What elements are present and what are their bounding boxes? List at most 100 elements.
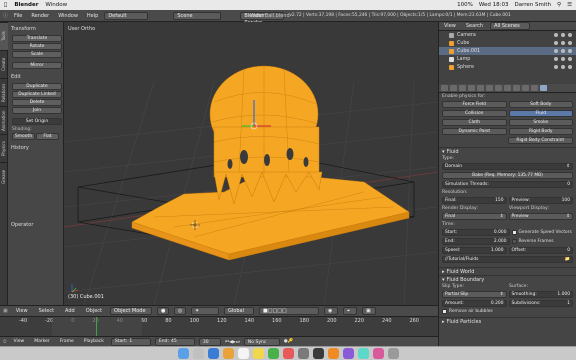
mirror-button[interactable]: Mirror	[12, 62, 62, 69]
smoothing-field[interactable]: Smoothing: 1.000	[508, 291, 573, 298]
fluid-boundary-panel-header[interactable]: ▾ Fluid Boundary	[439, 275, 576, 283]
pivot-point-icon[interactable]: ◎	[174, 307, 187, 315]
reverse-frames-checkbox[interactable]: Reverse Frames	[511, 238, 574, 245]
folder-icon[interactable]: 📁	[565, 257, 570, 262]
fluid-button[interactable]: Fluid	[508, 110, 573, 117]
fluid-panel-header[interactable]: ▾ Fluid	[439, 147, 576, 155]
mode-selector[interactable]: Object Mode	[110, 307, 153, 315]
smoke-button[interactable]: Smoke	[508, 119, 573, 126]
tab-tools[interactable]: Tools	[0, 22, 8, 50]
time-start-field[interactable]: Start: 0.000	[442, 229, 510, 236]
menubar-app-name[interactable]: Blender	[14, 2, 38, 8]
speed-field[interactable]: Speed: 1.000	[442, 247, 507, 254]
outliner-item-cube-001[interactable]: Cube.001	[439, 47, 576, 55]
visibility-icons[interactable]	[554, 57, 572, 61]
operator-panel-header[interactable]: Operator	[10, 220, 34, 230]
app-icon[interactable]	[372, 348, 384, 359]
history-panel-header[interactable]: History	[10, 143, 61, 153]
3d-view-editor-icon[interactable]: ▣	[3, 308, 8, 314]
safari-icon[interactable]	[207, 348, 219, 359]
menubar-window[interactable]: Window	[45, 2, 67, 8]
start-frame-field[interactable]: Start: 1	[110, 337, 151, 346]
render-display-selector[interactable]: Final ⇕	[442, 213, 507, 220]
system-prefs-icon[interactable]	[297, 348, 309, 359]
current-frame-marker[interactable]	[96, 317, 97, 337]
tab-animation[interactable]: Animation	[0, 106, 8, 134]
outliner-view-menu[interactable]: View	[441, 23, 459, 29]
dynamic-paint-button[interactable]: Dynamic Paint	[442, 128, 507, 135]
visibility-icons[interactable]	[554, 65, 572, 69]
visibility-icons[interactable]	[554, 49, 572, 53]
menu-frame[interactable]: Frame	[57, 339, 77, 344]
visibility-icons[interactable]	[554, 33, 572, 37]
material-tab-icon[interactable]	[513, 85, 520, 91]
fluid-particles-panel-header[interactable]: ▸ Fluid Particles	[439, 317, 576, 325]
modifiers-tab-icon[interactable]	[495, 85, 502, 91]
apple-icon[interactable]: 	[4, 2, 7, 8]
particles-tab-icon[interactable]	[531, 85, 538, 91]
timeline-editor-icon[interactable]: ⏱	[3, 339, 7, 345]
messages-icon[interactable]	[267, 348, 279, 359]
amount-field[interactable]: Amount: 0.200	[442, 300, 507, 307]
menu-list-icon[interactable]: ☰	[567, 2, 572, 8]
rigid-body-constraint-button[interactable]: Rigid Body Constraint	[507, 137, 573, 144]
finder-icon[interactable]	[177, 348, 189, 359]
tab-physics[interactable]: Physics	[0, 134, 8, 162]
cloth-button[interactable]: Cloth	[442, 119, 507, 126]
sync-selector[interactable]: No Sync	[243, 337, 280, 346]
bake-button[interactable]: Bake (Req. Memory: 135.77 MB)	[442, 172, 573, 179]
slip-type-selector[interactable]: Partial Slip ⇕	[442, 291, 507, 298]
force-field-button[interactable]: Force Field	[442, 101, 507, 108]
tab-create[interactable]: Create	[0, 50, 8, 78]
trash-icon[interactable]	[387, 348, 399, 359]
smooth-button[interactable]: Smooth	[12, 133, 35, 140]
edit-panel-header[interactable]: Edit	[10, 72, 61, 82]
outliner-item-lamp[interactable]: Lamp	[439, 55, 576, 63]
outliner-item-sphere[interactable]: Sphere	[439, 63, 576, 71]
3d-viewport[interactable]: User Ortho (30) Cube.001	[64, 22, 438, 305]
menu-help[interactable]: Help	[84, 13, 101, 19]
menu-window[interactable]: Window	[55, 13, 81, 19]
remove-air-bubbles-checkbox[interactable]: Remove air bubbles	[442, 309, 573, 314]
calendar-icon[interactable]	[237, 348, 249, 359]
manipulator-icons[interactable]: ✦	[191, 307, 220, 315]
menu-playback[interactable]: Playback	[81, 339, 107, 344]
simulation-threads-field[interactable]: Simulation Threads: 0	[442, 181, 573, 188]
tab-grease-pencil[interactable]: Grease Pencil	[0, 162, 14, 190]
keying-icons[interactable]: ●🔑	[284, 339, 294, 344]
tab-relations[interactable]: Relations	[0, 78, 8, 106]
blender-dock-icon[interactable]	[327, 348, 339, 359]
delete-button[interactable]: Delete	[12, 99, 62, 106]
app-icon[interactable]	[342, 348, 354, 359]
world-tab-icon[interactable]	[468, 85, 475, 91]
app-icon[interactable]	[357, 348, 369, 359]
music-icon[interactable]	[282, 348, 294, 359]
fluid-world-panel-header[interactable]: ▸ Fluid World	[439, 267, 576, 275]
offset-field[interactable]: Offset: 0	[508, 247, 573, 254]
render-tab-icon[interactable]	[441, 85, 448, 91]
viewport-display-selector[interactable]: Preview ⇕	[508, 213, 573, 220]
rotate-button[interactable]: Rotate	[12, 43, 62, 50]
final-resolution-field[interactable]: Final: 150	[442, 197, 507, 204]
outliner-display-selector[interactable]: All Scenes	[490, 22, 531, 30]
proportional-edit-icon[interactable]: ◉	[324, 307, 339, 315]
render-preview-icon[interactable]: ▣	[362, 307, 377, 315]
texture-tab-icon[interactable]	[522, 85, 529, 91]
scale-button[interactable]: Scale	[12, 51, 62, 58]
preview-resolution-field[interactable]: Preview: 100	[508, 197, 573, 204]
launchpad-icon[interactable]	[192, 348, 204, 359]
snap-icon[interactable]: ⌖	[343, 307, 358, 315]
menu-add[interactable]: Add	[62, 308, 78, 314]
menu-object[interactable]: Object	[83, 308, 105, 314]
end-frame-field[interactable]: End: 45	[154, 337, 195, 346]
transform-panel-header[interactable]: Transform	[10, 24, 61, 34]
rigid-body-button[interactable]: Rigid Body	[508, 128, 573, 135]
orientation-selector[interactable]: Global	[224, 307, 255, 315]
layout-selector[interactable]: Default	[104, 11, 149, 20]
menu-select[interactable]: Select	[36, 308, 57, 314]
visibility-icons[interactable]	[554, 41, 572, 45]
outliner-item-cube[interactable]: Cube	[439, 39, 576, 47]
notes-icon[interactable]	[252, 348, 264, 359]
constraints-tab-icon[interactable]	[486, 85, 493, 91]
outliner-search-menu[interactable]: Search	[463, 23, 486, 29]
